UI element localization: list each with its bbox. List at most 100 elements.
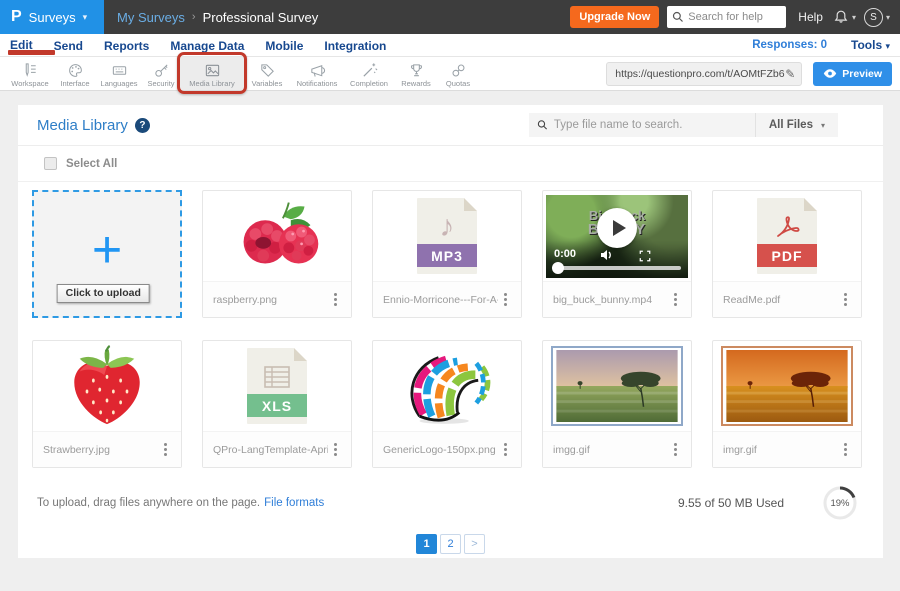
xls-file-icon: XLS bbox=[247, 348, 307, 424]
file-menu-button[interactable] bbox=[838, 440, 852, 460]
toolbar-item-workspace[interactable]: Workspace bbox=[6, 57, 54, 90]
preview-button[interactable]: Preview bbox=[813, 62, 892, 86]
help-link[interactable]: Help bbox=[798, 10, 823, 24]
page-button-1[interactable]: 1 bbox=[416, 534, 437, 554]
media-card-video: Big Buck BUNNY 0:00 big_buck_bunny.mp4 bbox=[542, 190, 692, 318]
kebab-menu-icon bbox=[674, 298, 677, 301]
file-menu-button[interactable] bbox=[498, 440, 512, 460]
tab-integration[interactable]: Integration bbox=[324, 37, 386, 54]
survey-nav: Edit Send Reports Manage Data Mobile Int… bbox=[0, 34, 900, 57]
file-thumbnail[interactable]: PDF bbox=[713, 191, 861, 281]
music-note-icon: ♪ bbox=[440, 212, 455, 242]
page-title: Media Library bbox=[37, 117, 128, 134]
media-card-imgr: imgr.gif bbox=[712, 340, 862, 468]
tab-edit[interactable]: Edit bbox=[10, 36, 33, 55]
survey-url-input[interactable] bbox=[615, 68, 785, 80]
product-switcher-surveys[interactable]: P Surveys ▾ bbox=[0, 0, 104, 34]
file-thumbnail[interactable] bbox=[543, 341, 691, 431]
file-menu-button[interactable] bbox=[668, 290, 682, 310]
header-actions: Upgrade Now Help ▾ S ▾ bbox=[570, 6, 900, 28]
file-thumbnail[interactable] bbox=[373, 341, 521, 431]
next-page-button[interactable]: > bbox=[464, 534, 485, 554]
file-search-box[interactable] bbox=[529, 113, 755, 137]
fullscreen-icon[interactable] bbox=[639, 249, 651, 267]
file-thumbnail[interactable] bbox=[203, 191, 351, 281]
tab-send[interactable]: Send bbox=[54, 37, 83, 54]
mp3-file-icon: ♪ MP3 bbox=[417, 198, 477, 274]
media-card-strawberry: Strawberry.jpg bbox=[32, 340, 182, 468]
help-search-input[interactable] bbox=[688, 11, 778, 23]
toolbar-item-variables[interactable]: Variables bbox=[244, 57, 290, 90]
file-search-input[interactable] bbox=[554, 119, 747, 131]
file-menu-button[interactable] bbox=[328, 290, 342, 310]
tab-mobile[interactable]: Mobile bbox=[265, 37, 303, 54]
kebab-menu-icon bbox=[504, 298, 507, 301]
edit-toolbar: Workspace Interface Languages Security M… bbox=[0, 57, 900, 91]
toolbar-item-languages[interactable]: Languages bbox=[96, 57, 142, 90]
kebab-menu-icon bbox=[844, 448, 847, 451]
volume-icon[interactable] bbox=[600, 248, 614, 266]
page-button-2[interactable]: 2 bbox=[440, 534, 461, 554]
framed-image bbox=[721, 346, 853, 426]
select-all-checkbox[interactable] bbox=[44, 157, 57, 170]
video-progress-bar[interactable] bbox=[553, 266, 681, 270]
toolbar-item-notifications[interactable]: Notifications bbox=[290, 57, 344, 90]
help-search-box[interactable] bbox=[667, 6, 786, 28]
file-thumbnail[interactable]: XLS bbox=[203, 341, 351, 431]
file-type-filter-dropdown[interactable]: All Files ▾ bbox=[755, 113, 838, 137]
file-menu-button[interactable] bbox=[328, 440, 342, 460]
toolbar-item-quotas[interactable]: Quotas bbox=[438, 57, 478, 90]
file-menu-button[interactable] bbox=[668, 440, 682, 460]
strawberry-image bbox=[57, 344, 157, 428]
tab-reports[interactable]: Reports bbox=[104, 37, 149, 54]
account-menu[interactable]: S ▾ bbox=[864, 8, 890, 27]
file-name: big_buck_bunny.mp4 bbox=[553, 294, 668, 306]
tab-manage-data[interactable]: Manage Data bbox=[170, 37, 244, 54]
file-name: ReadMe.pdf bbox=[723, 294, 838, 306]
bell-icon bbox=[833, 9, 849, 25]
upload-hint-text: To upload, drag files anywhere on the pa… bbox=[37, 497, 260, 509]
toolbar-item-rewards[interactable]: Rewards bbox=[394, 57, 438, 90]
kebab-menu-icon bbox=[334, 448, 337, 451]
image-icon bbox=[204, 62, 221, 79]
megaphone-icon bbox=[309, 62, 326, 79]
file-thumbnail[interactable] bbox=[713, 341, 861, 431]
toolbar-item-interface[interactable]: Interface bbox=[54, 57, 96, 90]
file-thumbnail[interactable] bbox=[33, 341, 181, 431]
file-thumbnail[interactable]: ♪ MP3 bbox=[373, 191, 521, 281]
toolbar-item-completion[interactable]: Completion bbox=[344, 57, 394, 90]
upgrade-now-button[interactable]: Upgrade Now bbox=[570, 6, 659, 28]
orange-landscape-image bbox=[725, 350, 849, 422]
edit-url-pencil-icon[interactable]: ✎ bbox=[785, 67, 795, 81]
file-name: Ennio-Morricone---For-A-... bbox=[383, 294, 498, 306]
breadcrumb-my-surveys[interactable]: My Surveys bbox=[117, 10, 185, 25]
kebab-menu-icon bbox=[164, 448, 167, 451]
file-menu-button[interactable] bbox=[158, 440, 172, 460]
magic-wand-icon bbox=[361, 62, 378, 79]
file-menu-button[interactable] bbox=[838, 290, 852, 310]
pdf-glyph-icon bbox=[774, 214, 800, 240]
tools-menu[interactable]: Tools ▾ bbox=[851, 38, 890, 52]
survey-url-box: ✎ bbox=[606, 62, 802, 86]
file-name: imgg.gif bbox=[553, 444, 668, 456]
file-name: QPro-LangTemplate-April... bbox=[213, 444, 328, 456]
file-name: raspberry.png bbox=[213, 294, 328, 306]
toolbar-item-security[interactable]: Security bbox=[142, 57, 180, 90]
play-button[interactable] bbox=[597, 208, 637, 248]
help-question-icon[interactable]: ? bbox=[135, 118, 150, 133]
responses-count-link[interactable]: Responses: 0 bbox=[752, 39, 827, 51]
file-name: GenericLogo-150px.png bbox=[383, 444, 498, 456]
progress-knob[interactable] bbox=[552, 262, 564, 274]
file-menu-button[interactable] bbox=[498, 290, 512, 310]
media-grid: + Click to upload bbox=[18, 182, 883, 468]
file-formats-link[interactable]: File formats bbox=[264, 497, 324, 509]
spreadsheet-glyph-icon bbox=[263, 365, 291, 389]
notifications-bell-button[interactable]: ▾ bbox=[833, 9, 856, 25]
media-card-pdf: PDF ReadMe.pdf bbox=[712, 190, 862, 318]
file-thumbnail[interactable]: Big Buck BUNNY 0:00 bbox=[543, 191, 691, 281]
raspberry-image bbox=[218, 196, 336, 276]
upload-tile[interactable]: + Click to upload bbox=[32, 190, 182, 318]
storage-used-text: 9.55 of 50 MB Used bbox=[678, 496, 784, 510]
toolbar-item-media-library[interactable]: Media Library bbox=[180, 57, 244, 90]
kebab-menu-icon bbox=[334, 298, 337, 301]
